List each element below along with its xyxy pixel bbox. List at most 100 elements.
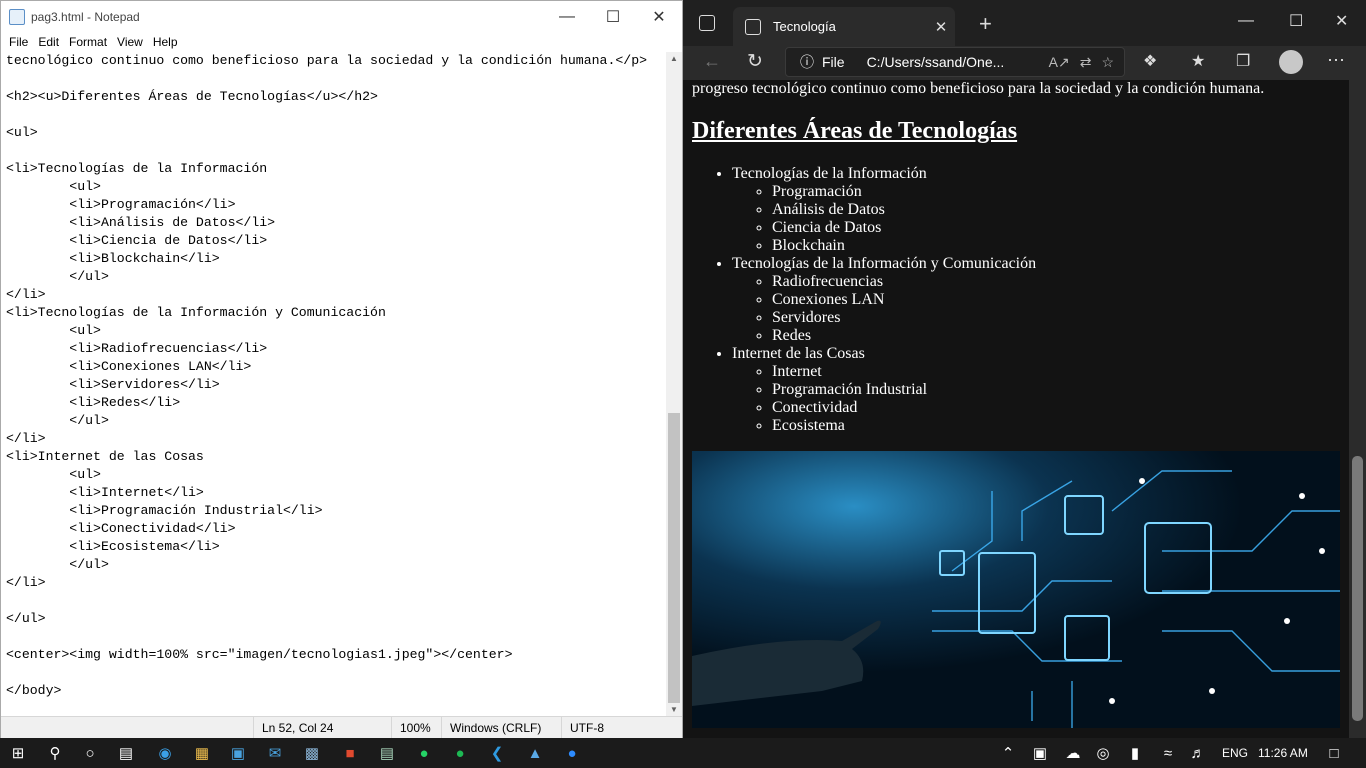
edge-icon[interactable]: ◉ — [155, 743, 175, 763]
page-icon — [745, 18, 761, 35]
favorite-add-icon[interactable]: ☆ — [1101, 54, 1114, 71]
read-aloud-icon[interactable]: A↗ — [1049, 54, 1070, 71]
menu-help[interactable]: Help — [148, 32, 183, 52]
cortana-icon[interactable]: ○ — [80, 743, 100, 763]
code-line: <li>Servidores</li> — [6, 377, 220, 392]
list-item-label: Tecnologías de la Información y Comunica… — [732, 255, 1037, 272]
new-tab-icon[interactable]: + — [979, 11, 992, 37]
menu-file[interactable]: File — [4, 32, 33, 52]
tab-tecnologia[interactable]: Tecnología ✕ — [733, 7, 955, 46]
sub-list-item: Servidores — [772, 309, 1036, 327]
favorites-icon[interactable]: ★ — [1191, 51, 1205, 71]
list-item: Internet de las Cosas Internet Programac… — [732, 345, 1036, 435]
browser-navbar: ← ↻ ⓘ File C:/Users/ssand/One... A↗ ⇄ ☆ … — [683, 46, 1366, 80]
mail-icon[interactable]: ✉ — [265, 743, 285, 763]
close-icon[interactable]: ✕ — [1335, 11, 1348, 31]
notepad-scrollbar[interactable]: ▲ ▼ — [666, 52, 682, 716]
browser-window: Tecnología ✕ + — ☐ ✕ ← ↻ ⓘ File C:/Users… — [683, 0, 1366, 738]
search-icon[interactable]: ⚲ — [45, 743, 65, 763]
tab-title: Tecnología — [773, 19, 836, 34]
taskbar: ⊞ ⚲ ○ ▤ ◉ ▦ ▣ ✉ ▩ ■ ▤ ● ● ❮ ▲ ● ⌃ ▣ ☁ ◎ … — [0, 738, 1366, 768]
menu-view[interactable]: View — [112, 32, 148, 52]
translate-icon[interactable]: ⇄ — [1080, 54, 1092, 71]
status-encoding: UTF-8 — [561, 717, 604, 739]
code-line: <ul> — [6, 125, 38, 140]
minimize-icon[interactable]: — — [544, 1, 590, 32]
file-explorer-icon[interactable]: ▦ — [192, 743, 212, 763]
close-icon[interactable]: ✕ — [636, 1, 682, 32]
menu-edit[interactable]: Edit — [33, 32, 64, 52]
page-heading: Diferentes Áreas de Tecnologías — [692, 118, 1018, 144]
language-indicator[interactable]: ENG — [1222, 746, 1248, 760]
code-line: <li>Conectividad</li> — [6, 521, 236, 536]
maximize-icon[interactable]: ☐ — [590, 1, 636, 32]
notepad-text-area[interactable]: tecnológico continuo como beneficioso pa… — [1, 52, 667, 716]
code-line: <li>Internet</li> — [6, 485, 204, 500]
close-tab-icon[interactable]: ✕ — [927, 18, 955, 36]
vscode-icon[interactable]: ❮ — [487, 743, 507, 763]
code-line: </li> — [6, 287, 46, 302]
cloud-icon[interactable]: ☁ — [1063, 743, 1083, 763]
scrollbar-thumb[interactable] — [1352, 456, 1363, 721]
tab-actions-icon[interactable] — [699, 15, 715, 31]
meet-icon[interactable]: ▣ — [1030, 743, 1050, 763]
collections-icon[interactable]: ❐ — [1236, 51, 1250, 71]
chevron-up-icon[interactable]: ⌃ — [998, 743, 1018, 763]
list-item-label: Internet de las Cosas — [732, 345, 865, 362]
menu-format[interactable]: Format — [64, 32, 112, 52]
code-line: <ul> — [6, 467, 101, 482]
sub-list-item: Blockchain — [772, 237, 1036, 255]
notepad-taskbar-icon[interactable]: ▤ — [377, 743, 397, 763]
store-icon[interactable]: ▣ — [228, 743, 248, 763]
notepad-window: pag3.html - Notepad — ☐ ✕ File Edit Form… — [0, 0, 683, 739]
list-item: Tecnologías de la Información y Comunica… — [732, 255, 1036, 345]
clock[interactable]: 11:26 AM — [1258, 746, 1308, 760]
code-line: <li>Conexiones LAN</li> — [6, 359, 252, 374]
battery-icon[interactable]: ▮ — [1125, 743, 1145, 763]
notifications-icon[interactable]: □ — [1324, 743, 1344, 763]
address-url[interactable]: C:/Users/ssand/One... — [867, 54, 1049, 70]
code-line: </ul> — [6, 611, 46, 626]
notepad-menubar: File Edit Format View Help — [1, 32, 682, 52]
extensions-icon[interactable]: ❖ — [1143, 51, 1157, 71]
minimize-icon[interactable]: — — [1238, 12, 1254, 30]
notepad-icon — [9, 8, 25, 25]
code-line: </li> — [6, 575, 46, 590]
more-icon[interactable]: ⋯ — [1327, 50, 1345, 71]
sub-list-item: Ecosistema — [772, 417, 1036, 435]
info-icon[interactable]: ⓘ — [800, 52, 814, 72]
technology-image — [692, 451, 1340, 728]
code-line: </ul> — [6, 557, 109, 572]
wifi-icon[interactable]: ≈ — [1158, 743, 1178, 763]
notepad-statusbar: Ln 52, Col 24 100% Windows (CRLF) UTF-8 — [1, 716, 682, 739]
status-zoom: 100% — [391, 717, 431, 739]
maximize-icon[interactable]: ☐ — [1289, 11, 1303, 31]
scroll-up-icon[interactable]: ▲ — [666, 54, 682, 63]
sub-list-item: Conexiones LAN — [772, 291, 1036, 309]
volume-icon[interactable]: ♬ — [1188, 743, 1208, 763]
zoom-icon[interactable]: ● — [562, 743, 582, 763]
browser-scrollbar[interactable] — [1349, 80, 1366, 738]
paint-icon[interactable]: ▲ — [525, 743, 545, 763]
back-icon[interactable]: ← — [703, 51, 721, 72]
whatsapp-icon[interactable]: ● — [414, 743, 434, 763]
code-line: <li>Ciencia de Datos</li> — [6, 233, 268, 248]
photos-icon[interactable]: ▩ — [302, 743, 322, 763]
address-bar[interactable]: ⓘ File C:/Users/ssand/One... A↗ ⇄ ☆ — [785, 47, 1125, 77]
microphone-icon[interactable]: ◎ — [1093, 743, 1113, 763]
code-line: </li> — [6, 431, 46, 446]
code-line: <li>Programación Industrial</li> — [6, 503, 323, 518]
code-line: <li>Tecnologías de la Información y Comu… — [6, 305, 386, 320]
intro-paragraph: progreso tecnológico continuo como benef… — [692, 80, 1265, 97]
app-icon[interactable]: ■ — [340, 743, 360, 763]
spotify-icon[interactable]: ● — [450, 743, 470, 763]
code-line: <li>Análisis de Datos</li> — [6, 215, 276, 230]
refresh-icon[interactable]: ↻ — [747, 50, 763, 73]
address-file-label: File — [822, 54, 845, 70]
windows-start-icon[interactable]: ⊞ — [8, 743, 28, 763]
scroll-down-icon[interactable]: ▼ — [666, 705, 682, 714]
scrollbar-thumb[interactable] — [668, 413, 680, 703]
code-line: </ul> — [6, 269, 109, 284]
task-view-icon[interactable]: ▤ — [116, 743, 136, 763]
avatar[interactable] — [1279, 50, 1303, 74]
